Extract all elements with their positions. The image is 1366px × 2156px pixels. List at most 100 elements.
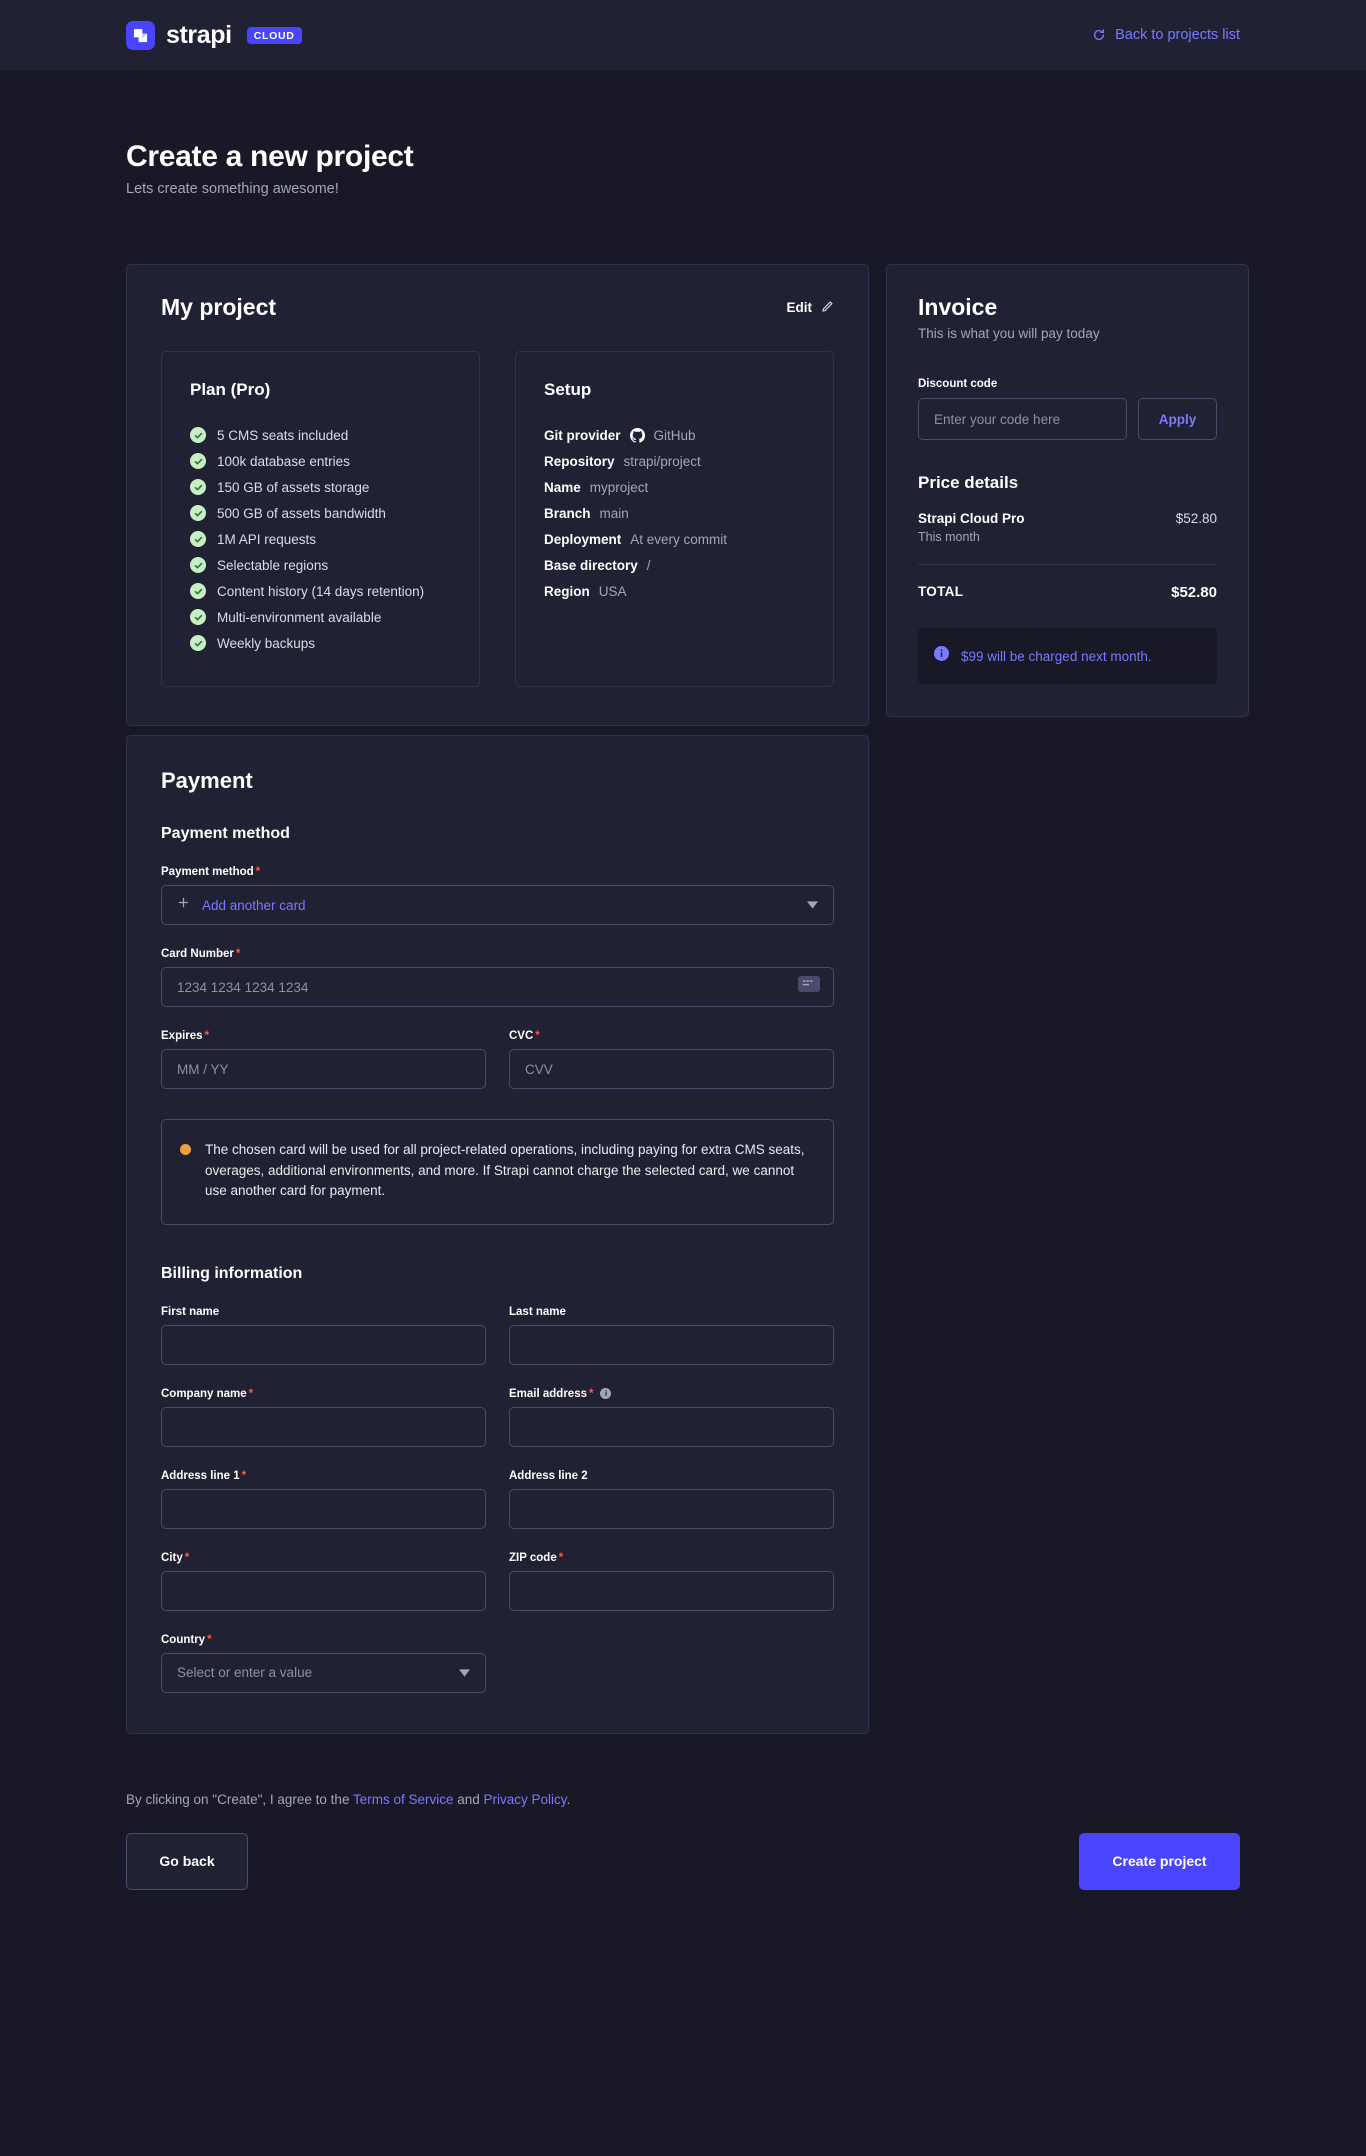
payment-method-select[interactable]: Add another card	[161, 885, 834, 925]
required-marker: *	[535, 1030, 540, 1042]
email-label: Email address * i	[509, 1388, 834, 1400]
company-name-input[interactable]	[161, 1406, 486, 1447]
payment-method-group: Payment method * Add another card	[161, 866, 834, 925]
create-project-button[interactable]: Create project	[1079, 1832, 1240, 1890]
setup-row: Region USA	[544, 578, 805, 604]
plan-feature-item: 100k database entries	[190, 448, 451, 474]
plan-feature-item: 5 CMS seats included	[190, 422, 451, 448]
credit-card-icon	[798, 975, 820, 992]
last-name-input[interactable]	[509, 1324, 834, 1365]
last-name-group: Last name	[509, 1306, 834, 1365]
card-number-input[interactable]	[161, 967, 834, 1007]
brand-name: strapi	[166, 20, 232, 49]
divider	[918, 564, 1217, 565]
project-summary-card: My project Edit Plan (Pro) 5 CMS seats i…	[126, 264, 869, 726]
billing-information-heading: Billing information	[161, 1264, 303, 1282]
payment-method-heading: Payment method	[161, 825, 290, 842]
price-line-item: Strapi Cloud Pro This month $52.80	[918, 511, 1217, 544]
cloud-badge: CLOUD	[246, 26, 302, 44]
zip-code-label-text: ZIP code	[509, 1551, 557, 1564]
setup-row-key: Branch	[544, 505, 591, 521]
card-usage-warning-text: The chosen card will be used for all pro…	[205, 1142, 805, 1199]
cvc-input[interactable]	[509, 1049, 834, 1089]
right-column: Invoice This is what you will pay today …	[886, 264, 1249, 717]
required-marker: *	[184, 1551, 190, 1564]
plan-pane: Plan (Pro) 5 CMS seats included 100k data…	[161, 351, 480, 687]
country-placeholder: Select or enter a value	[177, 1665, 313, 1681]
country-label-text: Country	[161, 1633, 206, 1646]
zip-code-input[interactable]	[509, 1570, 834, 1611]
plan-feature-item: 1M API requests	[190, 526, 451, 552]
payment-card: Payment Payment method Payment method * A…	[126, 735, 869, 1734]
project-name: My project	[161, 294, 277, 320]
cvc-group: CVC *	[509, 1030, 834, 1089]
card-usage-warning: The chosen card will be used for all pro…	[161, 1119, 834, 1225]
plan-feature-label: Multi-environment available	[217, 609, 382, 625]
setup-row: Branch main	[544, 500, 805, 526]
discount-code-block: Discount code Apply	[918, 378, 1217, 440]
required-marker: *	[588, 1387, 594, 1400]
city-input[interactable]	[161, 1570, 486, 1611]
project-card-header: My project Edit	[161, 294, 834, 321]
country-select[interactable]: Select or enter a value	[161, 1652, 486, 1693]
setup-row-value: USA	[598, 583, 627, 599]
setup-row-value: main	[599, 505, 629, 521]
card-number-label-text: Card Number	[161, 948, 234, 960]
apply-discount-button[interactable]: Apply	[1138, 398, 1217, 440]
check-circle-icon	[190, 505, 206, 521]
discount-code-label: Discount code	[918, 378, 998, 390]
required-marker: *	[255, 866, 261, 878]
expires-group: Expires *	[161, 1030, 486, 1089]
setup-row-list: Git provider GitHub Repository strapi/proje…	[544, 422, 805, 604]
chevron-down-icon	[807, 896, 818, 914]
plan-feature-label: 100k database entries	[217, 453, 350, 469]
check-circle-icon	[190, 453, 206, 469]
go-back-button[interactable]: Go back	[126, 1832, 248, 1890]
company-name-label: Company name *	[161, 1388, 486, 1400]
plan-feature-item: Weekly backups	[190, 630, 451, 656]
discount-code-input[interactable]	[918, 398, 1127, 440]
setup-row-key: Region	[544, 583, 590, 599]
address-line-2-input[interactable]	[509, 1488, 834, 1529]
total-label: TOTAL	[918, 584, 964, 599]
company-email-row: Company name * Email address * i	[161, 1388, 834, 1447]
check-circle-icon	[190, 635, 206, 651]
invoice-card: Invoice This is what you will pay today …	[886, 264, 1249, 717]
plan-feature-label: Selectable regions	[217, 557, 329, 573]
address-line-1-input[interactable]	[161, 1488, 486, 1529]
setup-row: Deployment At every commit	[544, 526, 805, 552]
plan-feature-label: Content history (14 days retention)	[217, 583, 425, 599]
city-label-text: City	[161, 1551, 183, 1564]
strapi-cloud-logo[interactable]: strapi CLOUD	[126, 20, 302, 50]
email-group: Email address * i	[509, 1388, 834, 1447]
edit-project-button[interactable]: Edit	[787, 300, 835, 316]
privacy-policy-link[interactable]: Privacy Policy	[484, 1792, 567, 1807]
required-marker: *	[204, 1030, 210, 1042]
required-marker: *	[207, 1633, 212, 1646]
card-number-input-wrap	[161, 960, 834, 1007]
check-circle-icon	[190, 427, 206, 443]
cvc-label: CVC *	[509, 1030, 834, 1042]
setup-row-key: Base directory	[544, 557, 638, 573]
total-row: TOTAL $52.80	[918, 584, 1217, 601]
terms-of-service-link[interactable]: Terms of Service	[353, 1792, 454, 1807]
left-column: My project Edit Plan (Pro) 5 CMS seats i…	[126, 264, 869, 1734]
first-name-input[interactable]	[161, 1324, 486, 1365]
setup-row: Base directory /	[544, 552, 805, 578]
expires-input[interactable]	[161, 1049, 486, 1089]
check-circle-icon	[190, 609, 206, 625]
page-subtitle: Lets create something awesome!	[126, 181, 339, 197]
info-icon[interactable]: i	[600, 1388, 612, 1400]
github-icon	[629, 427, 645, 443]
setup-row-value: strapi/project	[623, 453, 701, 469]
last-name-label: Last name	[509, 1306, 834, 1318]
plus-icon	[177, 896, 190, 914]
info-circle-icon	[934, 646, 949, 666]
email-input[interactable]	[509, 1406, 834, 1447]
edit-button-label: Edit	[786, 300, 813, 315]
back-to-projects-link[interactable]: Back to projects list	[1092, 27, 1240, 43]
plan-feature-list: 5 CMS seats included 100k database entrie…	[190, 422, 451, 656]
price-line-item-info: Strapi Cloud Pro This month	[918, 511, 1025, 544]
city-label: City *	[161, 1552, 486, 1564]
price-line-item-name: Strapi Cloud Pro	[918, 511, 1025, 526]
